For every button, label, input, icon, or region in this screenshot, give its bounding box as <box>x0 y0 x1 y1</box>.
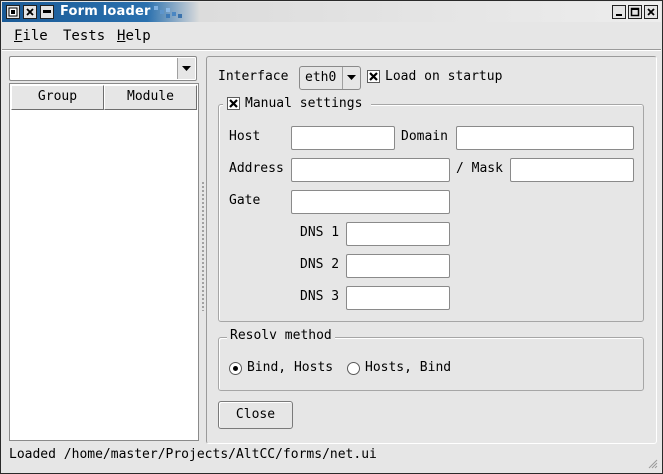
title-bar[interactable]: Form loader <box>2 2 661 22</box>
interface-label: Interface <box>218 69 289 84</box>
window-menu-icon[interactable] <box>6 5 20 19</box>
maximize-button[interactable] <box>628 5 642 19</box>
dns2-input[interactable] <box>346 254 450 278</box>
menu-file[interactable]: File <box>14 28 48 44</box>
column-header-group[interactable]: Group <box>11 85 104 110</box>
menu-tests[interactable]: Tests <box>63 28 105 44</box>
chevron-down-icon[interactable] <box>177 58 195 79</box>
close-window-button[interactable] <box>644 5 658 19</box>
status-bar: Loaded /home/master/Projects/AltCC/forms… <box>9 447 659 467</box>
group-filter-combo[interactable] <box>9 56 197 81</box>
address-label: Address <box>229 161 284 176</box>
load-on-startup-checkbox[interactable] <box>367 70 380 83</box>
load-on-startup-label[interactable]: Load on startup <box>385 69 502 84</box>
radio-bind-hosts-label[interactable]: Bind, Hosts <box>247 360 333 375</box>
dns1-label: DNS 1 <box>300 225 340 240</box>
menu-bar: File Tests Help <box>2 23 661 49</box>
radio-bind-hosts[interactable] <box>229 362 242 375</box>
check-mark-icon <box>369 72 378 81</box>
title-decoration-icon <box>154 6 182 18</box>
mask-label: / Mask <box>456 161 503 176</box>
close-button[interactable]: Close <box>218 401 293 429</box>
check-mark-icon <box>229 99 238 108</box>
domain-label: Domain <box>401 129 448 144</box>
gate-input[interactable] <box>291 190 450 214</box>
module-list[interactable]: Group Module <box>9 83 199 441</box>
host-label: Host <box>229 129 261 144</box>
window-title: Form loader <box>60 4 151 19</box>
resize-grip-icon[interactable] <box>648 459 658 469</box>
chevron-down-icon[interactable] <box>342 67 360 89</box>
splitter-handle[interactable] <box>201 181 205 311</box>
radio-selected-dot <box>233 366 238 371</box>
shade-icon[interactable] <box>40 5 54 19</box>
column-header-module[interactable]: Module <box>104 85 197 110</box>
radio-hosts-bind-label[interactable]: Hosts, Bind <box>365 360 451 375</box>
status-text: Loaded /home/master/Projects/AltCC/forms… <box>9 447 377 462</box>
dns3-input[interactable] <box>346 286 450 310</box>
host-input[interactable] <box>291 126 395 150</box>
manual-settings-checkbox[interactable] <box>227 97 240 110</box>
interface-combo[interactable]: eth0 <box>299 66 361 90</box>
dns3-label: DNS 3 <box>300 289 340 304</box>
gate-label: Gate <box>229 193 261 208</box>
form-loader-window: Form loader File Tests Help Group Module <box>0 0 663 474</box>
address-input[interactable] <box>291 158 450 182</box>
menu-help[interactable]: Help <box>117 28 151 44</box>
dns2-label: DNS 2 <box>300 257 340 272</box>
dns1-input[interactable] <box>346 222 450 246</box>
menu-separator <box>2 49 661 51</box>
minimize-button[interactable] <box>612 5 626 19</box>
mask-input[interactable] <box>510 158 634 182</box>
manual-settings-label[interactable]: Manual settings <box>245 96 362 111</box>
interface-value: eth0 <box>305 70 337 85</box>
resolv-method-title: Resolv method <box>227 328 335 343</box>
domain-input[interactable] <box>456 126 634 150</box>
radio-hosts-bind[interactable] <box>347 362 360 375</box>
pin-icon[interactable] <box>23 5 37 19</box>
